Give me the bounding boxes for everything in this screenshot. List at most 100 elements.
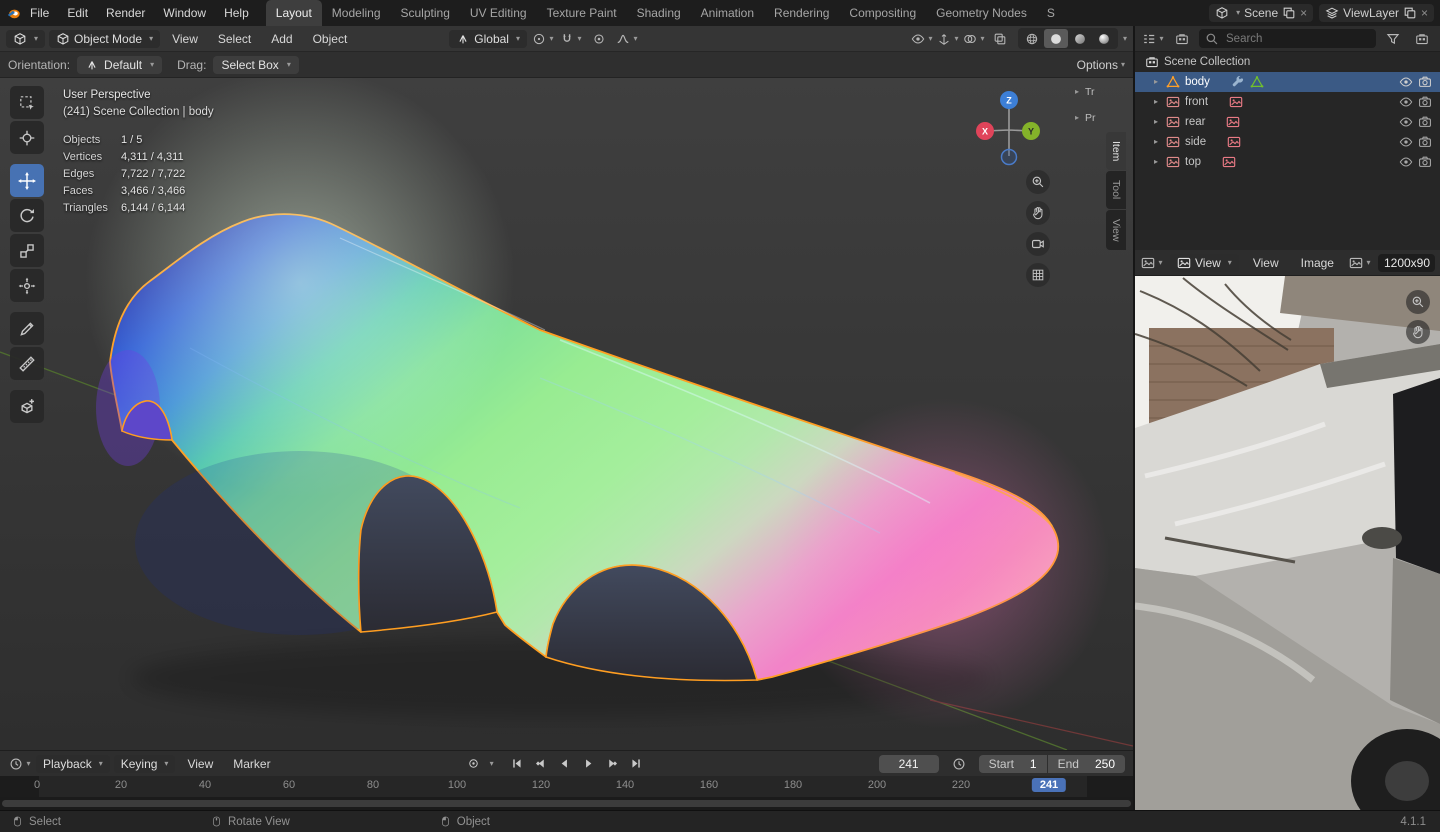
ortho-toggle-button[interactable] <box>1026 263 1050 287</box>
workspace-tab-scripting[interactable]: S <box>1037 0 1065 26</box>
disclosure-icon[interactable]: ▸ <box>1151 138 1161 146</box>
render-camera-icon[interactable] <box>1418 115 1432 129</box>
navigation-gizmo[interactable]: Z X Y <box>971 88 1047 168</box>
car-model[interactable] <box>85 78 1110 728</box>
shading-material-button[interactable] <box>1068 29 1092 48</box>
unlink-scene-icon[interactable]: × <box>1300 7 1307 19</box>
timeline-ruler[interactable]: 0 20 40 60 80 100 120 140 160 180 200 22… <box>0 776 1133 797</box>
scale-tool[interactable] <box>10 234 44 267</box>
collapsed-panel-pr[interactable]: ▸ Pr <box>1072 112 1096 124</box>
orientation-dropdown[interactable]: Default ▾ <box>77 55 163 74</box>
shading-solid-button[interactable] <box>1043 29 1068 48</box>
menu-window[interactable]: Window <box>154 2 215 24</box>
viewlayer-selector[interactable]: ViewLayer × <box>1319 4 1434 22</box>
image-pan-hand-button[interactable] <box>1406 320 1430 344</box>
outliner-row-scene-collection[interactable]: Scene Collection <box>1135 52 1440 72</box>
move-tool[interactable] <box>10 164 44 197</box>
sidebar-tab-tool[interactable]: Tool <box>1106 171 1126 209</box>
menu-add[interactable]: Add <box>263 30 300 48</box>
zoom-button[interactable] <box>1026 170 1050 194</box>
proportional-falloff-button[interactable]: ▾ <box>615 29 639 49</box>
transform-tool[interactable] <box>10 269 44 302</box>
hide-eye-icon[interactable] <box>1399 115 1413 129</box>
toggle-xray-button[interactable] <box>988 29 1012 49</box>
annotate-tool[interactable] <box>10 312 44 345</box>
search-input[interactable] <box>1224 31 1370 46</box>
outliner-search[interactable] <box>1199 29 1376 48</box>
shading-rendered-button[interactable] <box>1092 29 1116 48</box>
render-camera-icon[interactable] <box>1418 155 1432 169</box>
image-name-field[interactable]: 1200x90 <box>1377 253 1435 272</box>
new-collection-button[interactable] <box>1410 29 1434 49</box>
timeline-scrollbar[interactable] <box>0 797 1133 810</box>
workspace-tab-compositing[interactable]: Compositing <box>839 0 926 26</box>
play-reverse-button[interactable] <box>554 754 576 774</box>
render-camera-icon[interactable] <box>1418 75 1432 89</box>
image-menu-image[interactable]: Image <box>1293 254 1342 272</box>
menu-view[interactable]: View <box>164 30 206 48</box>
hide-eye-icon[interactable] <box>1399 75 1413 89</box>
workspace-tab-animation[interactable]: Animation <box>691 0 764 26</box>
jump-to-end-button[interactable] <box>626 754 648 774</box>
jump-to-start-button[interactable] <box>506 754 528 774</box>
show-overlays-button[interactable]: ▾ <box>962 29 986 49</box>
filter-button[interactable] <box>1381 29 1405 49</box>
disclosure-icon[interactable]: ▸ <box>1151 98 1161 106</box>
show-gizmo-button[interactable]: ▾ <box>936 29 960 49</box>
scene-selector[interactable]: ▾ Scene × <box>1209 4 1314 22</box>
current-frame-field[interactable]: 241 <box>878 754 939 773</box>
timeline-menu-marker[interactable]: Marker <box>225 755 278 773</box>
menu-render[interactable]: Render <box>97 2 154 24</box>
add-cube-tool[interactable] <box>10 390 44 423</box>
snap-magnet-button[interactable]: ▾ <box>559 29 583 49</box>
disclosure-icon[interactable]: ▸ <box>1151 118 1161 126</box>
workspace-tab-rendering[interactable]: Rendering <box>764 0 839 26</box>
workspace-tab-sculpting[interactable]: Sculpting <box>391 0 460 26</box>
prev-keyframe-button[interactable] <box>530 754 552 774</box>
menu-help[interactable]: Help <box>215 2 258 24</box>
pivot-point-button[interactable]: ▾ <box>531 29 555 49</box>
image-editor-type-button[interactable]: ▾ <box>1140 253 1164 273</box>
render-camera-icon[interactable] <box>1418 135 1432 149</box>
scrollbar-handle[interactable] <box>2 800 1131 807</box>
workspace-tab-texture-paint[interactable]: Texture Paint <box>537 0 627 26</box>
shading-dropdown-icon[interactable]: ▾ <box>1123 34 1127 43</box>
workspace-tab-uv-editing[interactable]: UV Editing <box>460 0 537 26</box>
collapsed-panel-tr[interactable]: ▸ Tr <box>1072 86 1095 98</box>
proportional-edit-button[interactable] <box>587 29 611 49</box>
image-editor-canvas[interactable] <box>1135 276 1440 810</box>
playback-dropdown[interactable]: Playback ▾ <box>36 754 110 773</box>
editor-type-button[interactable]: ▾ <box>6 29 46 48</box>
menu-edit[interactable]: Edit <box>58 2 97 24</box>
rotate-tool[interactable] <box>10 199 44 232</box>
sidebar-tab-view[interactable]: View <box>1106 209 1126 251</box>
camera-view-button[interactable] <box>1026 232 1050 256</box>
shading-wireframe-button[interactable] <box>1020 29 1044 48</box>
hide-eye-icon[interactable] <box>1399 155 1413 169</box>
new-viewlayer-icon[interactable] <box>1403 6 1417 20</box>
auto-keying-button[interactable] <box>463 754 485 774</box>
menu-file[interactable]: File <box>21 2 58 24</box>
outliner-row-body[interactable]: ▸ body <box>1135 72 1440 92</box>
timeline-menu-view[interactable]: View <box>179 755 221 773</box>
hide-eye-icon[interactable] <box>1399 135 1413 149</box>
next-keyframe-button[interactable] <box>602 754 624 774</box>
keying-dropdown[interactable]: Keying ▾ <box>113 754 176 773</box>
measure-tool[interactable] <box>10 347 44 380</box>
3d-viewport[interactable]: User Perspective (241) Scene Collection … <box>0 78 1133 750</box>
menu-object[interactable]: Object <box>305 30 356 48</box>
play-button[interactable] <box>578 754 600 774</box>
start-frame-field[interactable]: Start 1 <box>978 754 1047 773</box>
pan-hand-button[interactable] <box>1026 201 1050 225</box>
menu-select[interactable]: Select <box>210 30 259 48</box>
image-menu-view[interactable]: View <box>1245 254 1287 272</box>
outliner-row-rear[interactable]: ▸ rear <box>1135 112 1440 132</box>
render-camera-icon[interactable] <box>1418 95 1432 109</box>
axis-negz-handle[interactable] <box>1000 148 1018 166</box>
image-zoom-button[interactable] <box>1406 290 1430 314</box>
use-preview-range-button[interactable] <box>947 754 971 774</box>
outliner-row-front[interactable]: ▸ front <box>1135 92 1440 112</box>
outliner-editor-type-button[interactable]: ▾ <box>1141 29 1165 49</box>
select-box-tool[interactable] <box>10 86 44 119</box>
timeline-editor-type-button[interactable]: ▾ <box>8 754 32 774</box>
